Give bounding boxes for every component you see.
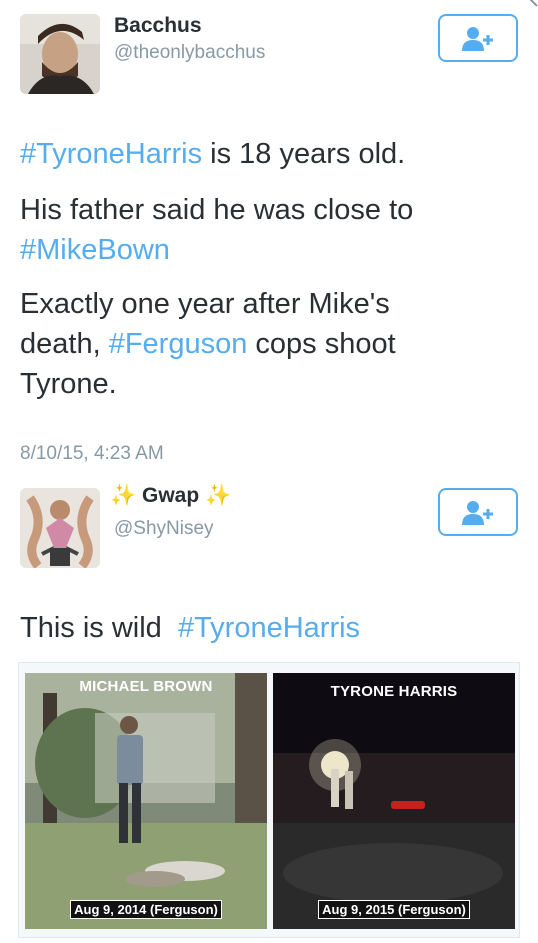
text-span: cops shoot: [247, 328, 396, 360]
sparkles-icon: ✨: [110, 484, 137, 507]
photo-scene-right: [273, 673, 515, 929]
user-handle[interactable]: @ShyNisey: [114, 518, 214, 540]
avatar[interactable]: [20, 488, 100, 568]
tweet-line: death, #Ferguson cops shoot: [20, 324, 520, 364]
avatar[interactable]: [20, 14, 100, 94]
text-span: His father said he was close to: [20, 194, 414, 226]
media-panel-left: MICHAEL BROWN Aug 9, 2014 (Ferguson): [25, 673, 267, 929]
hashtag-link[interactable]: #TyroneHarris: [20, 138, 202, 170]
tweet-line: Tyrone.: [20, 364, 520, 404]
media-title: TYRONE HARRIS: [273, 683, 515, 700]
follow-button[interactable]: [438, 488, 518, 536]
user-name-text: Gwap: [142, 484, 200, 507]
tweet-text: This is wild #TyroneHarris: [20, 608, 520, 648]
hashtag-link[interactable]: #MikeBown: [20, 234, 170, 266]
tweet-bacchus: Bacchus @theonlybacchus #TyroneHarris is…: [0, 0, 538, 480]
media-title-text: TYRONE HARRIS: [330, 683, 458, 700]
add-user-icon: [462, 501, 493, 525]
text-span: is 18 years old.: [202, 138, 406, 170]
follow-button[interactable]: [438, 14, 518, 62]
sparkles-icon: ✨: [205, 484, 232, 507]
user-name[interactable]: ✨ Gwap ✨: [110, 484, 231, 508]
tweet-text: #TyroneHarris is 18 years old. His fathe…: [20, 134, 520, 404]
text-span: death,: [20, 328, 109, 360]
tweet-line: His father said he was close to: [20, 190, 520, 230]
media-caption: Aug 9, 2015 (Ferguson): [273, 900, 515, 919]
hashtag-link[interactable]: #Ferguson: [109, 328, 248, 360]
media-title: MICHAEL BROWN: [25, 677, 267, 696]
hashtag-link[interactable]: #TyroneHarris: [178, 612, 360, 644]
text-span: Tyrone.: [20, 368, 117, 400]
timestamp[interactable]: 8/10/15, 4:23 AM: [20, 443, 164, 465]
tweet-line: Exactly one year after Mike's: [20, 284, 520, 324]
add-user-icon: [462, 27, 493, 51]
tweet-media[interactable]: MICHAEL BROWN Aug 9, 2014 (Ferguson) TYR…: [18, 662, 520, 938]
tweet-line: #TyroneHarris is 18 years old.: [20, 134, 520, 174]
media-caption-text: Aug 9, 2015 (Ferguson): [318, 900, 470, 919]
text-span: Exactly one year after Mike's: [20, 288, 390, 320]
media-caption: Aug 9, 2014 (Ferguson): [25, 900, 267, 919]
tweet-line: This is wild #TyroneHarris: [20, 608, 520, 648]
media-panel-right: TYRONE HARRIS Aug 9, 2015 (Ferguson): [273, 673, 515, 929]
photo-scene-left: [25, 673, 267, 929]
tweet-line: #MikeBown: [20, 230, 520, 270]
media-title-text: MICHAEL BROWN: [79, 678, 213, 695]
text-span: This is wild: [20, 612, 162, 644]
user-handle[interactable]: @theonlybacchus: [114, 42, 265, 64]
user-name[interactable]: Bacchus: [114, 14, 202, 38]
media-caption-text: Aug 9, 2014 (Ferguson): [70, 900, 222, 919]
